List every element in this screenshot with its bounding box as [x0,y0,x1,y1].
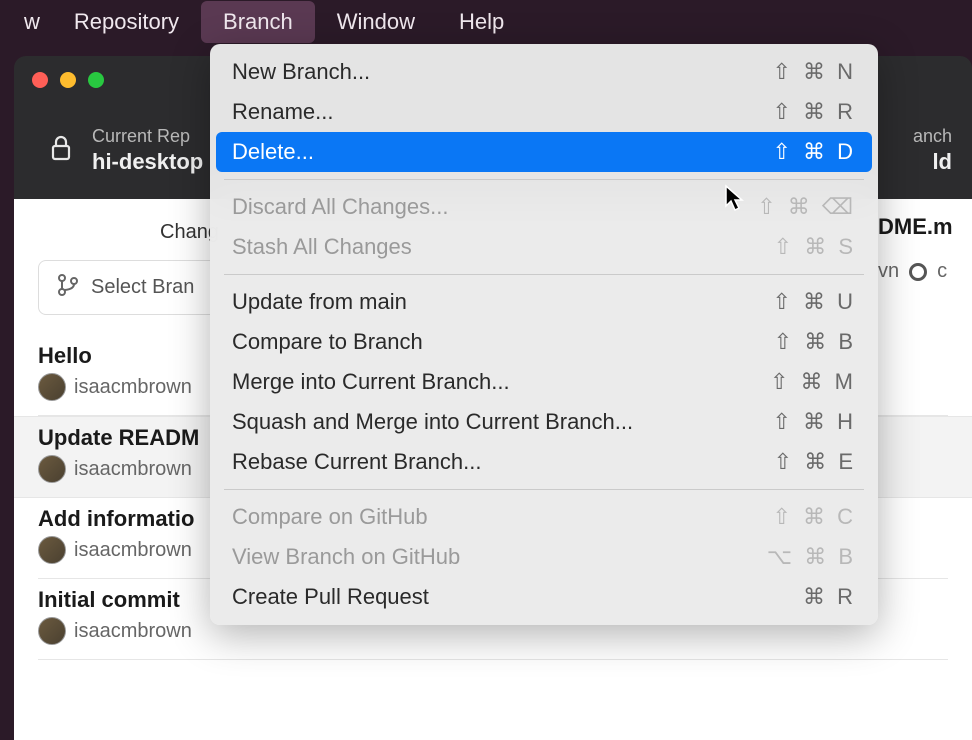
menu-rename[interactable]: Rename... ⇧ ⌘ R [210,92,878,132]
commit-dot-icon [909,263,927,281]
cursor-icon [724,184,746,217]
menu-separator [224,489,864,490]
menu-separator [224,179,864,180]
menu-shortcut: ⇧ ⌘ C [772,504,856,530]
menubar-item-repository[interactable]: Repository [52,1,201,43]
menu-shortcut: ⇧ ⌘ E [774,449,856,475]
menubar-item-partial[interactable]: w [24,1,52,43]
branch-label: anch [913,126,952,147]
menu-shortcut: ⇧ ⌘ H [772,409,856,435]
branch-value: ld [932,149,952,175]
menu-label: Discard All Changes... [232,194,448,220]
menu-separator [224,274,864,275]
menubar: w Repository Branch Window Help [0,0,972,44]
commit-author: isaacmbrown [74,376,192,399]
menu-label: Compare on GitHub [232,504,428,530]
file-name: DME.m [878,214,966,240]
commit-author: isaacmbrown [74,458,192,481]
branch-dropdown-menu: New Branch... ⇧ ⌘ N Rename... ⇧ ⌘ R Dele… [210,44,878,625]
avatar [38,536,66,564]
menu-shortcut: ⌘ R [803,584,856,610]
menu-label: Rename... [232,99,334,125]
menu-label: Squash and Merge into Current Branch... [232,409,633,435]
lock-icon [50,135,72,166]
menu-shortcut: ⇧ ⌘ B [774,329,856,355]
menu-label: Stash All Changes [232,234,412,260]
menu-rebase-current[interactable]: Rebase Current Branch... ⇧ ⌘ E [210,442,878,482]
branch-icon [57,273,79,302]
menu-label: View Branch on GitHub [232,544,460,570]
menu-view-branch-github: View Branch on GitHub ⌥ ⌘ B [210,537,878,577]
maximize-window-button[interactable] [88,72,104,88]
menu-shortcut: ⇧ ⌘ U [772,289,856,315]
menu-shortcut: ⇧ ⌘ S [774,234,856,260]
close-window-button[interactable] [32,72,48,88]
menu-compare-to-branch[interactable]: Compare to Branch ⇧ ⌘ B [210,322,878,362]
menu-label: Rebase Current Branch... [232,449,481,475]
menu-label: Compare to Branch [232,329,423,355]
commit-partial: c [937,260,947,283]
menu-discard-all: Discard All Changes... ⇧ ⌘ ⌫ [210,187,878,227]
menu-shortcut: ⇧ ⌘ N [772,59,856,85]
menu-update-from-main[interactable]: Update from main ⇧ ⌘ U [210,282,878,322]
branch-selector-text: Select Bran [91,276,194,299]
menubar-item-branch[interactable]: Branch [201,1,315,43]
minimize-window-button[interactable] [60,72,76,88]
repo-value: hi-desktop [92,149,203,175]
commit-author: isaacmbrown [74,620,192,643]
menu-new-branch[interactable]: New Branch... ⇧ ⌘ N [210,52,878,92]
menu-shortcut: ⇧ ⌘ M [770,369,856,395]
menubar-item-help[interactable]: Help [437,1,526,43]
current-branch[interactable]: anch ld [913,126,952,175]
menu-label: New Branch... [232,59,370,85]
menu-compare-github: Compare on GitHub ⇧ ⌘ C [210,497,878,537]
avatar [38,455,66,483]
menu-shortcut: ⌥ ⌘ B [767,544,856,570]
menu-label: Delete... [232,139,314,165]
menu-label: Create Pull Request [232,584,429,610]
menubar-item-window[interactable]: Window [315,1,437,43]
menu-merge-into-current[interactable]: Merge into Current Branch... ⇧ ⌘ M [210,362,878,402]
menu-label: Merge into Current Branch... [232,369,510,395]
menu-shortcut: ⇧ ⌘ R [772,99,856,125]
menu-create-pull-request[interactable]: Create Pull Request ⌘ R [210,577,878,617]
commit-author: isaacmbrown [74,539,192,562]
menu-delete[interactable]: Delete... ⇧ ⌘ D [216,132,872,172]
menu-stash-all: Stash All Changes ⇧ ⌘ S [210,227,878,267]
menu-shortcut: ⇧ ⌘ D [772,139,856,165]
repo-label: Current Rep [92,126,203,147]
avatar [38,617,66,645]
avatar [38,373,66,401]
menu-shortcut: ⇧ ⌘ ⌫ [757,194,856,220]
menu-squash-merge[interactable]: Squash and Merge into Current Branch... … [210,402,878,442]
author-partial: vn [878,260,899,283]
menu-label: Update from main [232,289,407,315]
right-panel: DME.m vn c [872,200,972,297]
current-repository[interactable]: Current Rep hi-desktop [92,126,203,175]
